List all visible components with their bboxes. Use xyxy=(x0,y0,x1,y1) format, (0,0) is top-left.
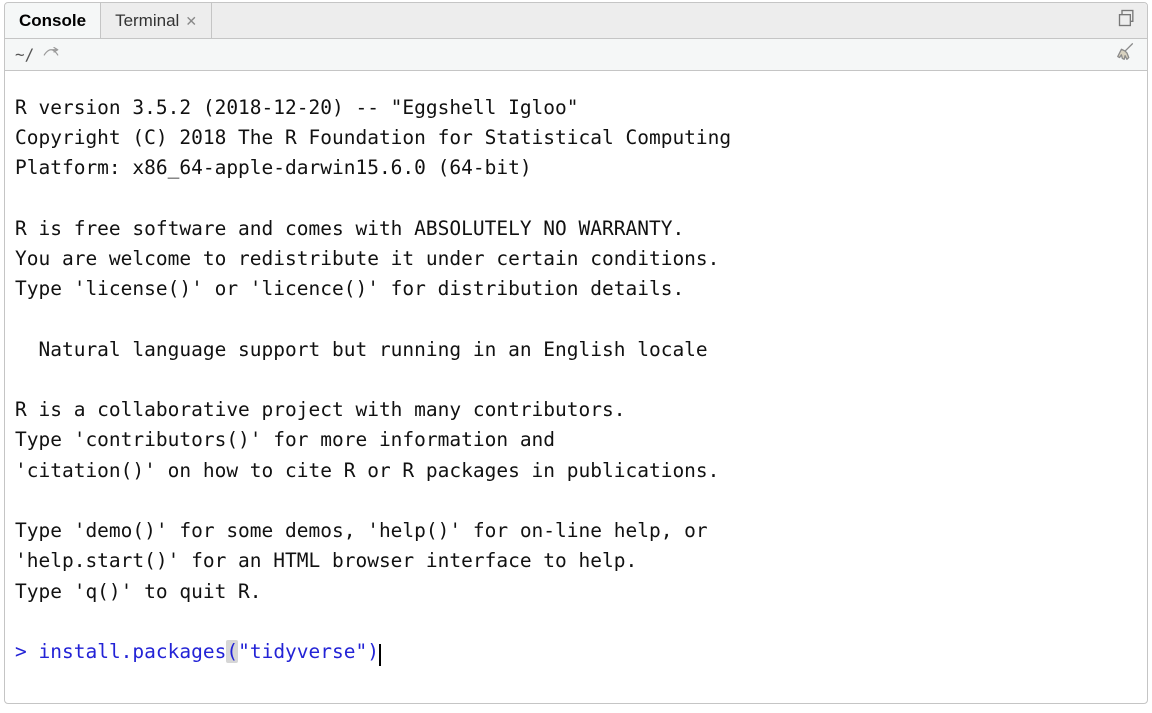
tab-console-label: Console xyxy=(19,11,86,31)
command-string: "tidyverse" xyxy=(238,640,367,663)
console-toolbar: ~/ xyxy=(5,39,1147,71)
tab-console[interactable]: Console xyxy=(5,3,101,38)
command-function: install.packages xyxy=(39,640,227,663)
working-directory[interactable]: ~/ xyxy=(15,45,34,64)
tab-terminal[interactable]: Terminal ✕ xyxy=(101,3,212,38)
maximize-icon[interactable] xyxy=(1117,8,1137,33)
console-panel: Console Terminal ✕ ~/ xyxy=(4,2,1148,704)
text-cursor xyxy=(379,644,381,666)
tab-terminal-label: Terminal xyxy=(115,11,179,31)
console-output[interactable]: R version 3.5.2 (2018-12-20) -- "Eggshel… xyxy=(5,71,1147,703)
close-icon[interactable]: ✕ xyxy=(185,14,197,28)
command-open-paren: ( xyxy=(226,640,238,663)
r-startup-message: R version 3.5.2 (2018-12-20) -- "Eggshel… xyxy=(15,96,731,603)
prompt-symbol: > xyxy=(15,640,27,663)
command-close-paren: ) xyxy=(367,640,379,663)
clear-console-icon[interactable] xyxy=(1115,41,1137,68)
tab-bar: Console Terminal ✕ xyxy=(5,3,1147,39)
view-directory-icon[interactable] xyxy=(42,47,60,63)
console-prompt-line[interactable]: > install.packages("tidyverse") xyxy=(15,640,381,663)
